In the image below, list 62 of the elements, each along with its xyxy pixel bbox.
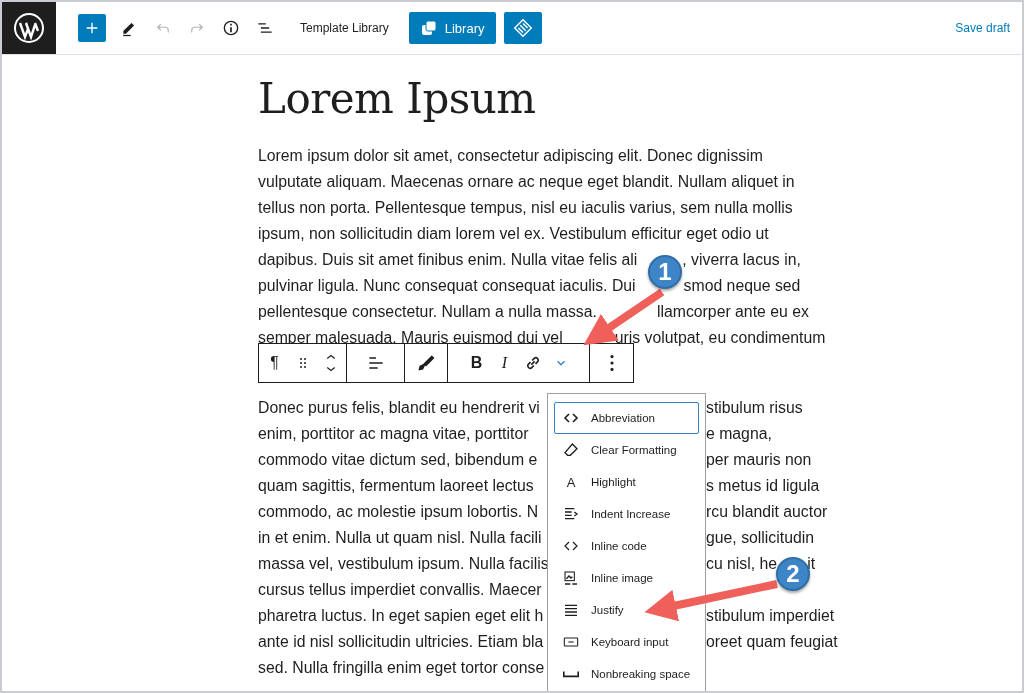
add-button[interactable] (78, 14, 106, 42)
image-icon (563, 570, 579, 586)
patterns-button[interactable] (504, 12, 543, 44)
menu-item[interactable]: Nonbreaking space (554, 658, 699, 690)
paragraph-text: llamcorper ante eu ex (656, 302, 809, 322)
paragraph-text: s metus id ligula (706, 476, 820, 496)
paragraph-text: sed. Nulla fringilla enim eget tortor conse (258, 658, 546, 678)
template-label: Template Library (300, 21, 389, 35)
paragraph-text: oreet quam feugiat (706, 632, 838, 652)
paragraph-text: enim, porttitor ac magna vitae, porttitor (258, 424, 530, 444)
brush-icon (416, 353, 436, 373)
paragraph-text: smod neque sed (683, 276, 801, 296)
menu-item[interactable]: Abbreviation (554, 402, 699, 434)
post-title: Lorem Ipsum (258, 73, 537, 125)
keyboard-icon (563, 634, 579, 650)
paragraph-text: cu nisl, he (706, 554, 778, 574)
info-icon (221, 18, 241, 38)
more-options-icon (609, 355, 614, 371)
paragraph-text: quam sagittis, fermentum laoreet lectus (258, 476, 535, 496)
paragraph-text: uris volutpat, eu condimentum (614, 328, 826, 348)
save-draft-link[interactable]: Save draft (955, 21, 1010, 35)
copy-icon (420, 20, 437, 36)
paragraph-text: it (807, 554, 816, 574)
paragraph-text: commodo, ac molestie ipsum lobortis. N (258, 502, 540, 522)
eraser-icon (563, 442, 579, 458)
menu-item[interactable]: Indent Increase (554, 498, 699, 530)
paragraph-text: per mauris non (706, 450, 812, 470)
paragraph-text: cursus tellus imperdiet convallis. Maecer (258, 580, 543, 600)
paragraph-text: tellus non porta. Pellentesque tempus, nisl eu iaculis varius, sem nulla mollis (258, 198, 793, 218)
paragraph-text: ipsum, non sollicitudin diam lorem vel ex. Vestibulum efficitur eget odio ut (258, 224, 769, 244)
justify-icon (563, 602, 579, 618)
paragraph-text: pharetra luctus. In eget sapien eget elit h (258, 606, 545, 626)
paragraph-text: e magna, (706, 424, 772, 444)
paragraph-text: commodo vitae dictum sed, bibendum e (258, 450, 539, 470)
paragraph-text: , viverra lacus in, (682, 250, 801, 270)
paragraph-text: gue, sollicitudin (706, 528, 814, 548)
paragraph-text: massa vel, vestibulum ipsum. Nulla facilis (258, 554, 547, 574)
paragraph-text: in et enim. Nulla ut quam nisl. Nulla facili (258, 528, 543, 548)
space-icon (563, 670, 579, 678)
menu-item[interactable]: Inline code (554, 530, 699, 562)
paragraph-text: rcu blandit auctor (706, 502, 828, 522)
menu-item[interactable]: Inline image (554, 562, 699, 594)
indent-icon (563, 506, 579, 522)
paragraph-text: stibulum imperdiet (706, 606, 835, 626)
paragraph-text: Donec purus felis, blandit eu hendrerit vi (258, 398, 541, 418)
menu-item[interactable]: Justify (554, 594, 699, 626)
paragraph-text: dapibus. Duis sit amet finibus enim. Nulla vitae felis ali (258, 250, 638, 270)
paragraph-text: Lorem ipsum dolor sit amet, consectetur adipiscing elit. Donec dignissim (258, 146, 763, 166)
wordpress-logo[interactable] (2, 2, 56, 54)
library-button[interactable]: Library (408, 12, 497, 44)
add-icon (84, 20, 100, 36)
paragraph-text: ante id nisl sollicitudin ultricies. Etiam bla (258, 632, 545, 652)
paragraph-text: pulvinar ligula. Nunc consequat consequat iaculis. Dui (258, 276, 636, 296)
menu-item[interactable]: Clear Formatting (554, 434, 699, 466)
paragraph-text: vulputate aliquam. Maecenas ornare ac neque eget blandit. Nullam aliquet in (258, 172, 795, 192)
highlight-icon: A (566, 474, 576, 490)
menu-item[interactable]: Keyboard input (554, 626, 699, 658)
paragraph-text: pellentesque consectetur. Nullam a nulla massa. (258, 302, 597, 322)
paragraph-text: stibulum risus (706, 398, 803, 418)
callout-badge: 1 (648, 255, 682, 289)
menu-item[interactable]: A Highlight (554, 466, 699, 498)
pattern-icon (512, 17, 535, 39)
